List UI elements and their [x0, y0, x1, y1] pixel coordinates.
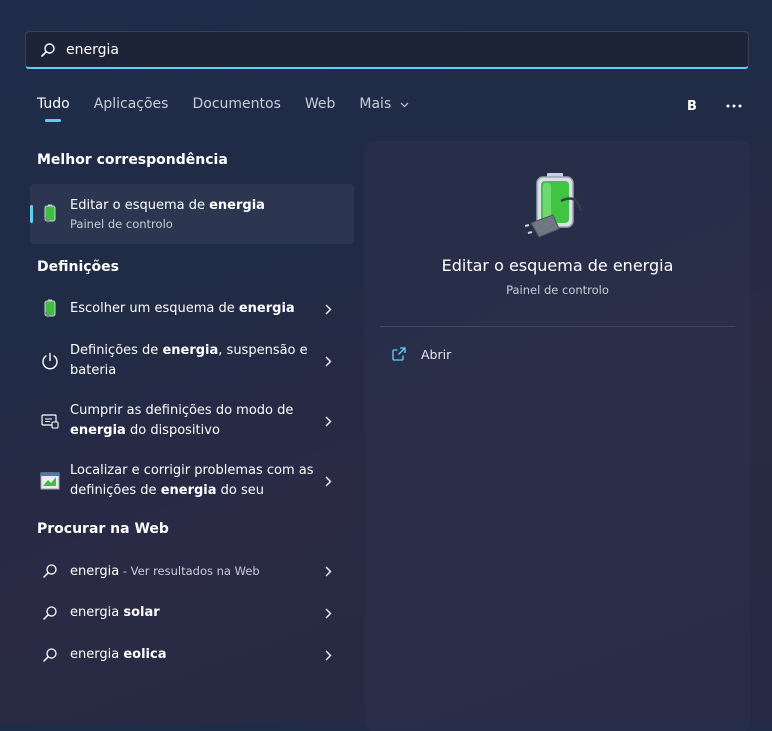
- tab-label: Web: [304, 96, 336, 112]
- device-mode-icon: [40, 411, 60, 431]
- chevron-right-icon: [320, 413, 336, 429]
- chevron-down-icon: [400, 96, 409, 112]
- chevron-right-icon: [320, 473, 336, 489]
- search-box[interactable]: [25, 31, 749, 69]
- filter-tabs: Tudo Aplicações Documentos Web Mais: [25, 92, 421, 122]
- tab-label: Mais: [359, 96, 392, 112]
- chevron-right-icon: [320, 563, 336, 579]
- more-options-icon[interactable]: [722, 94, 746, 118]
- battery-plug-icon: [524, 171, 589, 239]
- chevron-right-icon: [320, 301, 336, 317]
- search-icon: [40, 42, 56, 58]
- web-term-suffix: - Ver resultados na Web: [119, 563, 260, 578]
- tab-more[interactable]: Mais: [347, 92, 420, 122]
- setting-label: Definições de: [70, 343, 163, 358]
- web-term: energia: [70, 605, 124, 620]
- web-result-energia-eolica[interactable]: energia eolica: [30, 637, 354, 673]
- battery-plug-icon: [40, 299, 60, 319]
- preview-panel: Editar o esquema de energia Painel de co…: [365, 141, 750, 731]
- setting-choose-power-plan[interactable]: Escolher um esquema de energia: [30, 290, 354, 328]
- preview-subtitle: Painel de controlo: [506, 283, 609, 297]
- best-match-title-prefix: Editar o esquema de: [70, 198, 210, 213]
- setting-label-bold: energia: [162, 343, 219, 358]
- settings-heading: Definições: [37, 259, 120, 275]
- best-match-title-bold: energia: [209, 198, 265, 213]
- setting-label-bold: energia: [70, 423, 126, 438]
- open-action-label: Abrir: [421, 346, 452, 362]
- best-match-item[interactable]: Editar o esquema de energia Painel de co…: [30, 184, 354, 244]
- web-term: energia: [70, 647, 124, 662]
- search-window: Tudo Aplicações Documentos Web Mais B Me…: [0, 0, 772, 731]
- tab-label: Tudo: [37, 96, 70, 112]
- troubleshoot-icon: [40, 471, 60, 491]
- search-icon: [40, 645, 60, 665]
- web-result-energia[interactable]: energia - Ver resultados na Web: [30, 553, 354, 589]
- search-icon: [40, 603, 60, 623]
- user-avatar[interactable]: B: [680, 94, 704, 118]
- setting-label: Escolher um esquema de: [70, 301, 239, 316]
- setting-power-sleep-battery[interactable]: Definições de energia, suspensão e bater…: [30, 339, 354, 383]
- setting-label-bold: energia: [160, 483, 217, 498]
- header-actions: B: [680, 94, 746, 118]
- tab-web[interactable]: Web: [293, 92, 348, 122]
- chevron-right-icon: [320, 605, 336, 621]
- chevron-right-icon: [320, 353, 336, 369]
- battery-plug-icon: [40, 204, 60, 224]
- best-match-subtitle: Painel de controlo: [70, 217, 173, 231]
- preview-title: Editar o esquema de energia: [441, 256, 674, 275]
- chevron-right-icon: [320, 647, 336, 663]
- open-action[interactable]: Abrir: [391, 346, 451, 362]
- tab-all[interactable]: Tudo: [25, 92, 82, 122]
- web-result-energia-solar[interactable]: energia solar: [30, 595, 354, 631]
- search-input[interactable]: [66, 41, 748, 58]
- setting-troubleshoot-power[interactable]: Localizar e corrigir problemas com as de…: [30, 459, 354, 503]
- setting-label-suffix: do dispositivo: [125, 423, 220, 438]
- setting-label: Cumprir as definições do modo de: [70, 403, 294, 418]
- setting-device-power-mode[interactable]: Cumprir as definições do modo de energia…: [30, 399, 354, 443]
- tab-label: Documentos: [192, 96, 281, 112]
- preview-divider: [380, 326, 735, 327]
- web-term-bold: eolica: [123, 647, 167, 662]
- tab-label: Aplicações: [93, 96, 169, 112]
- setting-label-bold: energia: [238, 301, 295, 316]
- tab-apps[interactable]: Aplicações: [82, 92, 181, 122]
- web-search-heading: Procurar na Web: [37, 521, 169, 537]
- search-icon: [40, 561, 60, 581]
- best-match-heading: Melhor correspondência: [37, 152, 228, 168]
- open-external-icon: [391, 346, 407, 362]
- tab-documents[interactable]: Documentos: [180, 92, 292, 122]
- web-term-bold: solar: [123, 605, 160, 620]
- power-icon: [40, 351, 60, 371]
- web-term: energia: [70, 563, 120, 579]
- setting-label-suffix: do seu: [216, 483, 265, 498]
